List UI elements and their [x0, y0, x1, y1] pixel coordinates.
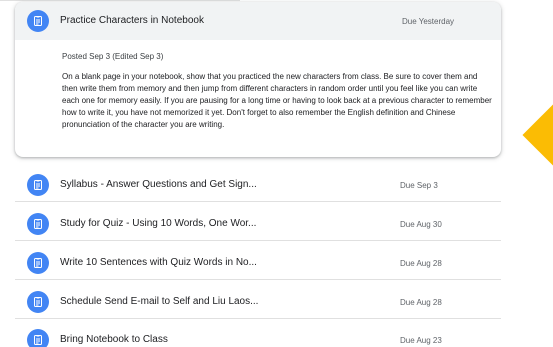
due-date: Due Aug 28 [400, 259, 442, 268]
assignment-icon [27, 10, 49, 32]
yellow-diamond-decoration [522, 102, 553, 168]
assignment-title[interactable]: Study for Quiz - Using 10 Words, One Wor… [60, 218, 256, 229]
due-date: Due Yesterday [402, 17, 455, 26]
assignment-icon [27, 252, 49, 274]
posted-date: Posted Sep 3 (Edited Sep 3) [62, 52, 164, 61]
due-date: Due Aug 28 [400, 298, 442, 307]
assignment-title[interactable]: Schedule Send E-mail to Self and Liu Lao… [60, 296, 258, 307]
due-date: Due Sep 3 [400, 181, 438, 190]
classwork-page: Practice Characters in Notebook Due Yest… [0, 0, 553, 347]
assignment-row[interactable]: Write 10 Sentences with Quiz Words in No… [15, 246, 501, 280]
assignment-row[interactable]: Study for Quiz - Using 10 Words, One Wor… [15, 207, 501, 241]
row-divider [15, 318, 501, 319]
due-date: Due Aug 30 [400, 220, 442, 229]
assignment-row[interactable]: Schedule Send E-mail to Self and Liu Lao… [15, 285, 501, 319]
assignment-icon [27, 329, 49, 347]
assignment-title[interactable]: Write 10 Sentences with Quiz Words in No… [60, 257, 257, 268]
due-date: Due Aug 23 [400, 336, 442, 345]
row-divider [15, 279, 501, 280]
assignment-title[interactable]: Practice Characters in Notebook [60, 15, 204, 26]
row-divider [15, 240, 501, 241]
assignment-description: On a blank page in your notebook, show t… [62, 72, 492, 129]
assignment-title[interactable]: Syllabus - Answer Questions and Get Sign… [60, 179, 257, 190]
expanded-assignment-card[interactable]: Practice Characters in Notebook Due Yest… [15, 2, 501, 157]
assignment-title[interactable]: Bring Notebook to Class [60, 334, 168, 345]
row-divider [15, 201, 501, 202]
assignment-icon [27, 291, 49, 313]
assignment-row[interactable]: Bring Notebook to Class Due Aug 23 [15, 324, 501, 347]
assignment-icon [27, 174, 49, 196]
expanded-assignment-header[interactable]: Practice Characters in Notebook Due Yest… [15, 2, 501, 40]
assignment-icon [27, 213, 49, 235]
top-divider [0, 0, 240, 1]
assignment-row[interactable]: Syllabus - Answer Questions and Get Sign… [15, 168, 501, 202]
